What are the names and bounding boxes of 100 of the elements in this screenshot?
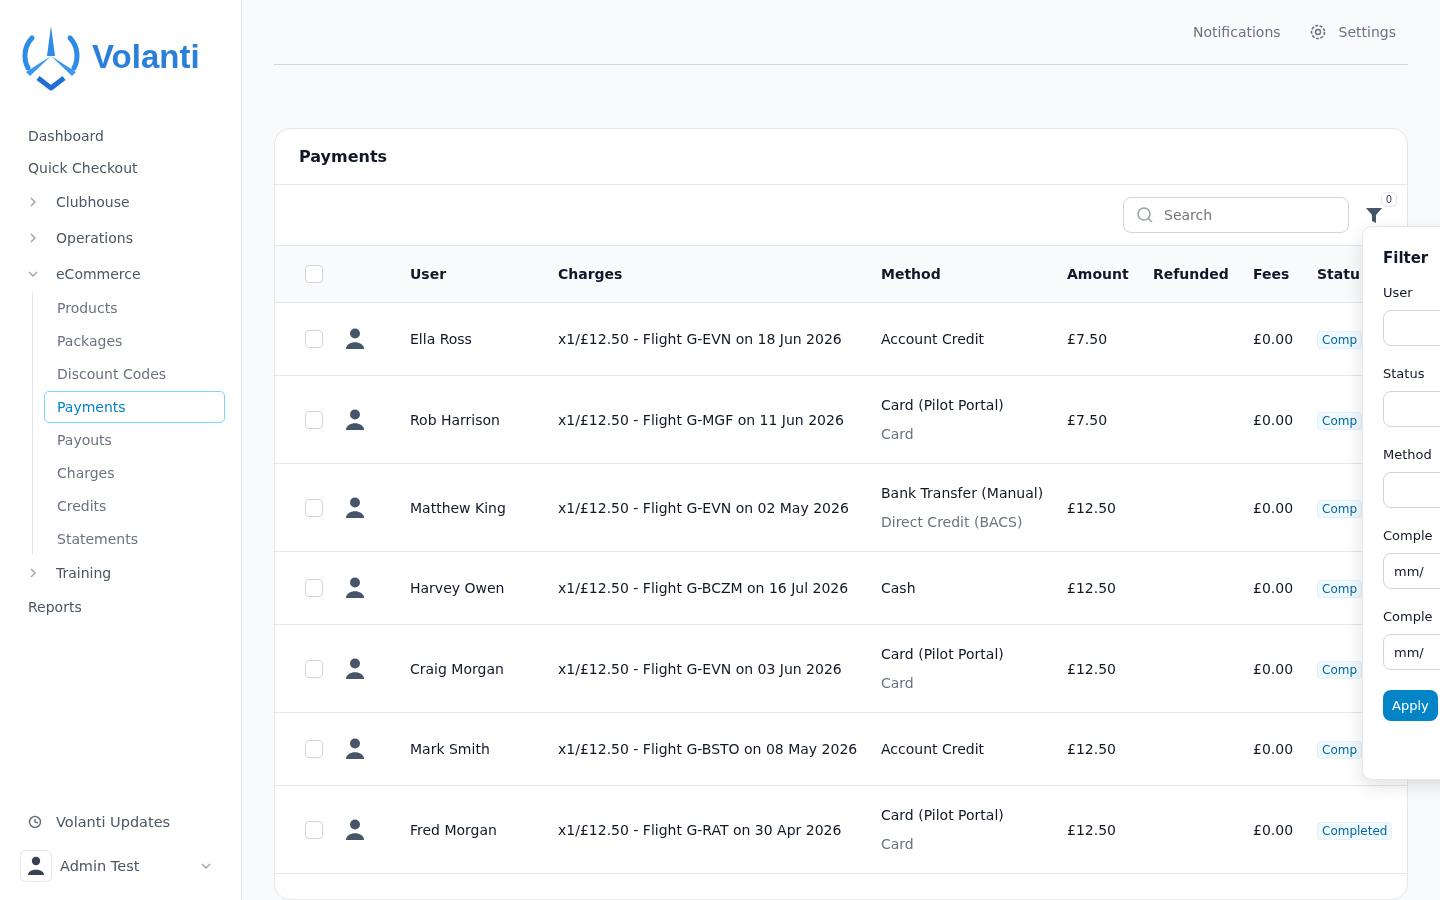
table-cell-text: £12.50 <box>1067 660 1117 677</box>
table-cell-text: £12.50 <box>1067 821 1117 838</box>
filter-label: User <box>1383 285 1413 300</box>
table-cell-text: Craig Morgan <box>410 660 505 677</box>
status-badge: Comp <box>1317 580 1363 598</box>
table-cell-text: x1/£12.50 - Flight G-BSTO on 08 May 2026 <box>558 741 859 757</box>
table-cell-text: Card (Pilot Portal) <box>881 807 1005 823</box>
table-cell-text: x1/£12.50 - Flight G-EVN on 18 Jun 2026 <box>558 331 843 347</box>
status-badge: Comp <box>1317 741 1363 759</box>
column-header: Charges <box>558 266 624 282</box>
filter-label: Status <box>1383 366 1425 381</box>
card-title: Payments <box>299 147 388 166</box>
date-field[interactable]: mm/ <box>1383 553 1440 589</box>
nav-sub-link[interactable]: Statements <box>44 523 225 555</box>
chevron-icon <box>201 861 211 871</box>
search-input[interactable]: Search <box>1162 206 1336 224</box>
column-header: Fees <box>1253 266 1291 282</box>
table-cell-text: Card (Pilot Portal) <box>881 397 1005 413</box>
nav-sub-link[interactable]: Products <box>44 292 225 324</box>
table-cell-text: Rob Harrison <box>410 411 501 428</box>
updates-link[interactable]: Volanti Updates <box>20 814 171 830</box>
table-cell-text: Card <box>881 836 915 852</box>
table-cell-text: £7.50 <box>1067 331 1109 347</box>
row-checkbox[interactable] <box>305 330 323 348</box>
row-checkbox[interactable] <box>305 410 323 429</box>
status-badge: Comp <box>1317 499 1363 518</box>
nav-group[interactable]: Operations <box>20 220 141 256</box>
table-cell-text: Matthew King <box>410 499 507 516</box>
table-cell-text: £7.50 <box>1067 411 1109 428</box>
nav-sub-link[interactable]: Payments <box>44 391 225 423</box>
table-cell-text: £0.00 <box>1253 660 1295 677</box>
table-cell-text: £0.00 <box>1253 580 1295 596</box>
filter-label: Comple <box>1383 609 1433 624</box>
chevron-icon <box>28 269 38 279</box>
table-cell-text: Cash <box>881 580 917 596</box>
table-cell-text: Card <box>881 675 915 691</box>
table-cell-text: Fred Morgan <box>410 821 498 838</box>
filter-label: Comple <box>1383 528 1433 543</box>
row-checkbox[interactable] <box>305 579 323 597</box>
table-cell-text: Ella Ross <box>410 331 473 347</box>
user-icon <box>346 818 364 841</box>
apply-button[interactable]: Apply <box>1383 690 1438 721</box>
table-cell-text: Account Credit <box>881 741 986 757</box>
user-icon <box>346 738 364 760</box>
user-menu[interactable]: Admin Test <box>20 850 225 882</box>
top-link[interactable]: Settings <box>1308 23 1396 41</box>
nav-sub-link[interactable]: Charges <box>44 457 225 489</box>
table-cell-text: £0.00 <box>1253 741 1295 757</box>
nav-sub-link[interactable]: Discount Codes <box>44 358 225 390</box>
table-cell-text: Direct Credit (BACS) <box>881 514 1024 530</box>
table-cell-text: x1/£12.50 - Flight G-RAT on 30 Apr 2026 <box>558 821 843 838</box>
nav-group[interactable]: eCommerce <box>20 256 149 292</box>
nav-sub-link[interactable]: Payouts <box>44 424 225 456</box>
table-cell-text: £0.00 <box>1253 821 1295 838</box>
user-icon <box>346 328 364 350</box>
status-badge: Comp <box>1317 331 1363 349</box>
table-cell-text: Mark Smith <box>410 741 491 757</box>
table-cell-text: £0.00 <box>1253 499 1295 516</box>
column-header: Refunded <box>1153 266 1230 282</box>
table-cell-text: £12.50 <box>1067 499 1117 516</box>
user-icon <box>346 408 364 431</box>
table-cell-text: £0.00 <box>1253 411 1295 428</box>
nav-group[interactable]: Training <box>20 555 120 591</box>
select-all-checkbox[interactable] <box>305 265 323 283</box>
column-header: Method <box>881 266 942 282</box>
table-cell-text: Account Credit <box>881 331 986 347</box>
row-checkbox[interactable] <box>305 498 323 517</box>
table-cell-text: x1/£12.50 - Flight G-MGF on 11 Jun 2026 <box>558 411 845 428</box>
row-checkbox[interactable] <box>305 659 323 678</box>
nav-link[interactable]: Dashboard <box>20 120 112 152</box>
user-icon <box>346 577 364 599</box>
search-field[interactable]: Search <box>1123 197 1349 233</box>
table-cell-text: £0.00 <box>1253 331 1295 347</box>
status-badge: Comp <box>1317 411 1363 430</box>
filter-icon[interactable] <box>1365 206 1383 224</box>
avatar-icon <box>20 850 52 882</box>
date-field[interactable]: mm/ <box>1383 634 1440 670</box>
status-badge: Completed <box>1317 821 1393 840</box>
user-icon <box>346 657 364 680</box>
popover-title: Filter <box>1383 249 1430 267</box>
nav-group[interactable]: Clubhouse <box>20 184 138 220</box>
row-checkbox[interactable] <box>305 820 323 839</box>
table-cell-text: x1/£12.50 - Flight G-EVN on 02 May 2026 <box>558 499 850 516</box>
filter-label: Method <box>1383 447 1432 462</box>
table-cell-text: Card (Pilot Portal) <box>881 646 1005 662</box>
search-icon <box>1136 206 1154 224</box>
chevron-icon <box>28 233 38 243</box>
status-badge: Comp <box>1317 660 1363 679</box>
brand-name: Volanti <box>92 38 200 76</box>
nav-sub-link[interactable]: Packages <box>44 325 225 357</box>
top-link[interactable]: Notifications <box>1192 24 1281 40</box>
nav-link[interactable]: Quick Checkout <box>20 152 146 184</box>
clock-icon <box>28 815 42 829</box>
nav-sub-link[interactable]: Credits <box>44 490 225 522</box>
row-checkbox[interactable] <box>305 740 323 758</box>
column-header: Amount <box>1067 266 1130 282</box>
table-cell-text: Card <box>881 426 915 442</box>
table-cell-text: £12.50 <box>1067 741 1117 757</box>
chevron-icon <box>28 197 38 207</box>
nav-link[interactable]: Reports <box>20 591 90 623</box>
